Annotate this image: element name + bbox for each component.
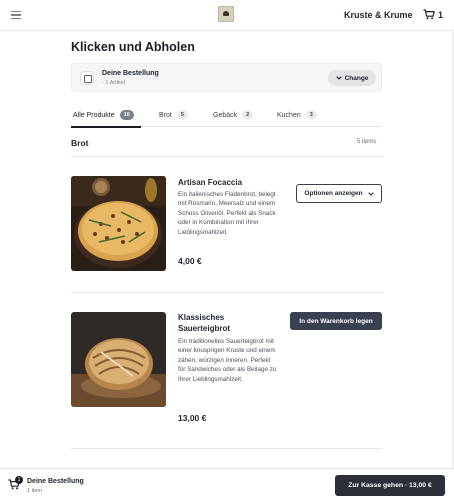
change-order-button[interactable]: Change [328,70,376,86]
product-price: 4,00 € [178,256,202,266]
hamburger-icon[interactable] [11,11,21,19]
tab-kuchen[interactable]: Kuchen 3 [277,109,317,121]
bakery-logo[interactable] [218,6,234,22]
bottom-order-subtitle: 1 item [27,488,42,494]
tab-label: Gebäck [213,111,238,119]
tab-gebaeck[interactable]: Gebäck 2 [213,109,254,121]
divider [71,448,382,449]
tab-label: Brot [159,111,172,119]
product-price: 13,00 € [178,413,207,423]
divider [71,292,382,293]
section-count: 5 items [357,139,377,145]
tab-alle-produkte[interactable]: Alle Produkte 10 [73,109,134,121]
active-tab-indicator [71,126,141,128]
tab-count: 5 [176,110,188,120]
sourdough-image[interactable] [71,312,166,407]
show-options-button[interactable]: Optionen anzeigen [296,184,382,203]
product-name[interactable]: Klassisches Sauerteigbrot [178,312,278,334]
brand-name[interactable]: Kruste & Krume [344,10,413,20]
chevron-down-icon [367,191,374,196]
chevron-down-icon [335,76,342,80]
divider [71,156,382,157]
section-title: Brot [71,138,89,148]
checkout-button[interactable]: Zur Kasse gehen · 13,00 € [335,475,445,496]
order-summary-card: Deine Bestellung · 1 Artikel Change [71,63,382,92]
product-description: Ein italienisches Fladenbrot, belegt mit… [178,191,276,236]
order-subtitle: · 1 Artikel [102,80,125,86]
category-tabs: Alle Produkte 10 Brot 5 Gebäck 2 Kuchen … [71,107,382,127]
cart-icon[interactable] [423,9,435,20]
focaccia-image[interactable] [71,176,166,271]
product-description: Ein traditionelles Sauerteigbrot mit ein… [178,338,277,383]
cart-count[interactable]: 1 [438,10,443,20]
tab-count: 3 [305,110,317,120]
top-bar: Kruste & Krume 1 [0,0,454,31]
bottom-order-title[interactable]: Deine Bestellung [27,478,84,485]
tab-brot[interactable]: Brot 5 [159,109,188,121]
order-icon [80,71,94,85]
cart-badge: 1 [15,476,23,484]
product-name[interactable]: Artisan Focaccia [178,177,278,188]
order-title: Deine Bestellung [102,70,159,77]
tab-label: Kuchen [277,111,301,119]
tab-count: 2 [242,110,254,120]
page-title: Klicken und Abholen [71,40,195,54]
tab-count: 10 [119,110,134,120]
show-options-label: Optionen anzeigen [304,190,363,197]
add-to-cart-button[interactable]: In den Warenkorb legen [290,312,382,330]
tab-label: Alle Produkte [73,111,115,119]
bottom-order-bar: 1 Deine Bestellung 1 item Zur Kasse gehe… [0,468,454,500]
change-label: Change [344,74,369,82]
